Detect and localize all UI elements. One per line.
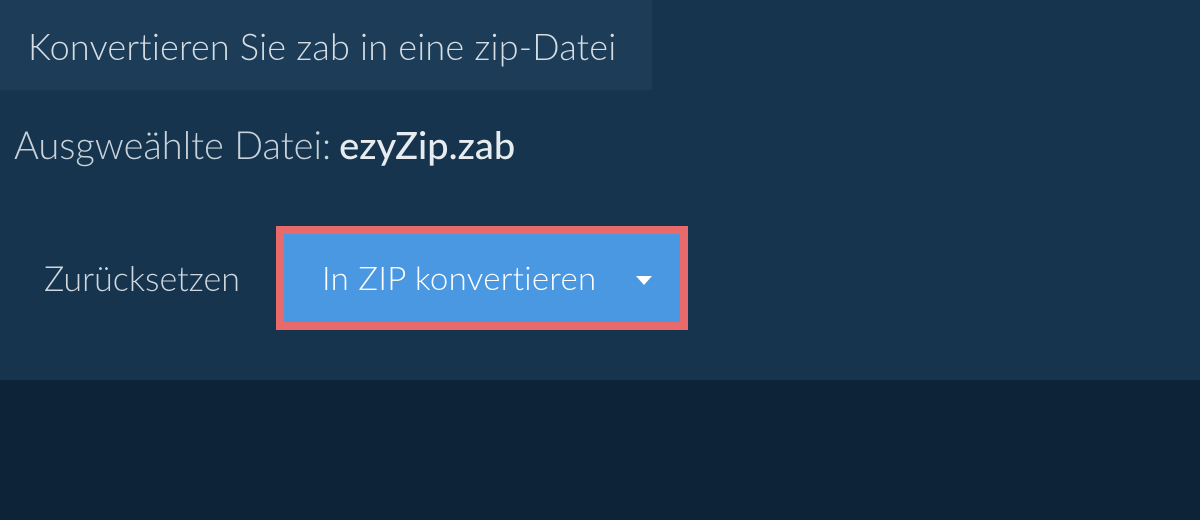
selected-file-name: ezyZip.zab bbox=[339, 122, 515, 168]
convert-highlight-frame: In ZIP konvertieren bbox=[276, 226, 688, 330]
reset-label: Zurücksetzen bbox=[44, 258, 240, 299]
converter-panel: Konvertieren Sie zab in eine zip-Datei A… bbox=[0, 0, 1200, 380]
tab-label: Konvertieren Sie zab in eine zip-Datei bbox=[28, 24, 616, 68]
convert-label: In ZIP konvertieren bbox=[322, 258, 596, 298]
convert-button[interactable]: In ZIP konvertieren bbox=[284, 234, 680, 322]
selected-file-label: Ausgweählte Datei: bbox=[14, 122, 331, 168]
caret-down-icon bbox=[636, 276, 652, 285]
selected-file-row: Ausgweählte Datei: ezyZip.zab bbox=[0, 90, 1200, 188]
tab-bar: Konvertieren Sie zab in eine zip-Datei bbox=[0, 0, 1200, 90]
reset-button[interactable]: Zurücksetzen bbox=[44, 258, 240, 299]
tab-convert[interactable]: Konvertieren Sie zab in eine zip-Datei bbox=[0, 0, 652, 90]
actions-row: Zurücksetzen In ZIP konvertieren bbox=[0, 188, 1200, 340]
